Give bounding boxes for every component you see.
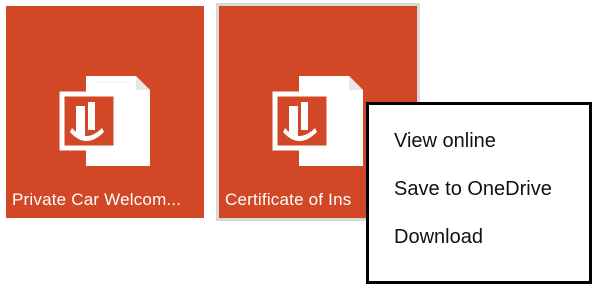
context-menu: View online Save to OneDrive Download: [366, 102, 592, 284]
powerpoint-file-icon: [271, 68, 367, 168]
menu-item-view-online[interactable]: View online: [369, 129, 589, 177]
menu-item-download[interactable]: Download: [369, 225, 589, 273]
powerpoint-file-icon: [58, 68, 154, 168]
menu-item-save-to-onedrive[interactable]: Save to OneDrive: [369, 177, 589, 225]
file-tile-label: Private Car Welcom...: [12, 190, 182, 209]
file-tile-private-car[interactable]: Private Car Welcom...: [6, 6, 204, 218]
